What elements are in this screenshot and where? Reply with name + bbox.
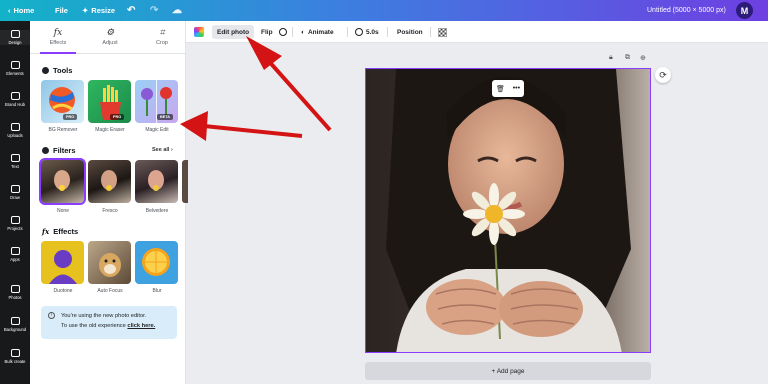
document-title[interactable]: Untitled (5000 × 5000 px) bbox=[647, 7, 726, 14]
dog-illustration bbox=[99, 253, 121, 277]
more-options-icon[interactable]: ••• bbox=[513, 85, 520, 92]
rail-item-bulk-create[interactable]: Bulk create bbox=[0, 349, 30, 364]
add-page-icon[interactable]: ⊕ bbox=[640, 54, 646, 62]
clock-icon bbox=[355, 28, 363, 36]
filter-partial[interactable] bbox=[182, 160, 188, 203]
tools-icon bbox=[42, 67, 49, 74]
apps-icon bbox=[10, 247, 20, 255]
divider bbox=[347, 27, 348, 37]
file-menu[interactable]: File bbox=[55, 6, 68, 15]
lock-icon[interactable]: 🔒︎ bbox=[609, 54, 613, 62]
divider bbox=[387, 27, 388, 37]
info-button[interactable] bbox=[274, 25, 292, 39]
transparency-icon bbox=[438, 27, 447, 37]
redo-icon[interactable]: ↷ bbox=[150, 5, 158, 16]
brand-icon bbox=[10, 92, 20, 100]
duotone-portrait bbox=[49, 250, 77, 284]
arrow-to-magic-edit bbox=[203, 124, 303, 138]
old-editor-link[interactable]: click here. bbox=[127, 323, 155, 329]
tab-adjust[interactable]: ⚙ Adjust bbox=[84, 28, 136, 46]
effect-duotone[interactable] bbox=[41, 241, 84, 284]
element-context-menu: 🗑︎ ••• bbox=[492, 80, 524, 97]
portrait-thumbnail bbox=[54, 170, 70, 191]
tool-bg-remover[interactable]: PRO bbox=[41, 80, 84, 123]
portrait-thumbnail bbox=[148, 170, 164, 191]
new-editor-notice: i You're using the new photo editor. To … bbox=[41, 306, 177, 339]
rail-item-elements[interactable]: Elements bbox=[0, 61, 30, 76]
position-button[interactable]: Position bbox=[392, 25, 428, 39]
resize-button[interactable]: ✦ Resize bbox=[82, 6, 115, 15]
tool-magic-edit[interactable]: BETA bbox=[135, 80, 178, 123]
rail-item-projects[interactable]: Projects bbox=[0, 216, 30, 231]
see-all-filters-link[interactable]: See all › bbox=[152, 147, 173, 153]
design-icon bbox=[10, 30, 20, 38]
tools-heading: Tools bbox=[42, 66, 72, 75]
duplicate-icon[interactable]: ⧉ bbox=[625, 54, 630, 62]
divider bbox=[292, 27, 293, 37]
filter-none[interactable] bbox=[39, 158, 86, 205]
text-icon bbox=[10, 154, 20, 162]
upload-icon bbox=[10, 123, 20, 131]
photos-icon bbox=[10, 285, 20, 293]
duration-button[interactable]: 5.0s bbox=[350, 25, 384, 39]
background-icon bbox=[10, 317, 20, 325]
rail-item-uploads[interactable]: Uploads bbox=[0, 123, 30, 138]
filters-icon bbox=[42, 147, 49, 154]
edit-photo-panel: fx Effects ⚙ Adjust ⌗ Crop Tools PRO BG … bbox=[30, 21, 188, 384]
folder-icon bbox=[10, 216, 20, 224]
context-toolbar: Edit photo Flip ◐ Animate 5.0s Position bbox=[186, 21, 768, 43]
rail-item-photos[interactable]: Photos bbox=[0, 285, 30, 300]
fx-icon: fx bbox=[53, 28, 63, 38]
left-rail: Design Elements Brand Hub Uploads Text D… bbox=[0, 21, 30, 384]
tool-magic-eraser[interactable]: PRO bbox=[88, 80, 131, 123]
top-bar: ‹ Home File ✦ Resize ↶ ↷ ☁ Untitled (500… bbox=[0, 0, 768, 21]
rotate-icon[interactable]: ⟳ bbox=[655, 67, 671, 83]
sliders-icon: ⚙ bbox=[105, 28, 115, 38]
home-button[interactable]: ‹ Home bbox=[8, 6, 34, 15]
draw-icon bbox=[10, 185, 20, 193]
bulk-create-icon bbox=[10, 349, 20, 357]
filters-heading: Filters bbox=[42, 146, 76, 155]
color-picker-icon[interactable] bbox=[194, 27, 204, 37]
canvas-photo[interactable] bbox=[365, 68, 651, 353]
chevron-left-icon: ‹ bbox=[8, 6, 11, 15]
orange-slice-illustration bbox=[142, 248, 170, 276]
panel-tabs: fx Effects ⚙ Adjust ⌗ Crop bbox=[30, 21, 186, 54]
info-icon bbox=[279, 28, 287, 36]
crop-icon: ⌗ bbox=[159, 28, 165, 38]
avatar[interactable]: M bbox=[736, 2, 753, 19]
woman-with-daisy-photo bbox=[366, 69, 650, 352]
tab-effects[interactable]: fx Effects bbox=[32, 28, 84, 54]
filter-fresco[interactable] bbox=[88, 160, 131, 203]
filter-belvedere[interactable] bbox=[135, 160, 178, 203]
info-icon: i bbox=[48, 312, 55, 319]
rail-item-text[interactable]: Text bbox=[0, 154, 30, 169]
rail-item-brand-hub[interactable]: Brand Hub bbox=[0, 92, 30, 107]
rail-item-background[interactable]: Background bbox=[0, 317, 30, 332]
add-page-button[interactable]: + Add page bbox=[365, 362, 651, 380]
cloud-save-icon[interactable]: ☁ bbox=[172, 5, 182, 16]
undo-icon[interactable]: ↶ bbox=[127, 5, 135, 16]
rail-item-design[interactable]: Design bbox=[0, 30, 30, 45]
divider bbox=[430, 27, 431, 37]
rail-item-draw[interactable]: Draw bbox=[0, 185, 30, 200]
arrow-to-edit-photo bbox=[264, 56, 332, 132]
tab-crop[interactable]: ⌗ Crop bbox=[136, 28, 188, 46]
portrait-thumbnail bbox=[101, 170, 117, 191]
animate-button[interactable]: ◐ Animate bbox=[296, 25, 339, 39]
fx-icon: fx bbox=[42, 227, 50, 236]
animate-icon: ◐ bbox=[301, 28, 305, 36]
elements-icon bbox=[10, 61, 20, 69]
rail-item-apps[interactable]: Apps bbox=[0, 247, 30, 262]
effect-auto-focus[interactable] bbox=[88, 241, 131, 284]
sparkle-icon: ✦ bbox=[82, 6, 89, 15]
trash-icon[interactable]: 🗑︎ bbox=[496, 85, 505, 93]
transparency-button[interactable] bbox=[433, 25, 452, 39]
effect-blur[interactable] bbox=[135, 241, 178, 284]
edit-photo-button[interactable]: Edit photo bbox=[212, 25, 255, 39]
effects-heading: fx Effects bbox=[42, 227, 79, 236]
